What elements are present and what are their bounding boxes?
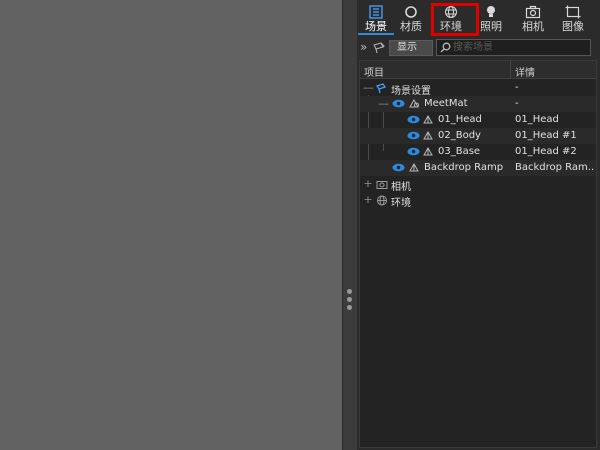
tree-row-label: 场景设置 bbox=[391, 86, 431, 97]
search-field[interactable] bbox=[436, 39, 591, 56]
expand-toggle[interactable]: » bbox=[360, 40, 367, 54]
mesh-icon bbox=[409, 163, 419, 172]
tree-row-detail: Backdrop Ram... bbox=[515, 162, 595, 173]
tab-camera-label: 相机 bbox=[522, 20, 544, 33]
tree-row-label: 02_Body bbox=[438, 130, 481, 141]
tree-row-label: 03_Base bbox=[438, 146, 481, 157]
expand-toggle[interactable]: + bbox=[363, 177, 373, 190]
eye-icon[interactable] bbox=[407, 147, 420, 156]
tree-row-label: Backdrop Ramp bbox=[424, 162, 504, 173]
image-icon bbox=[565, 5, 581, 19]
tree-row-01-head[interactable]: 01_Head 01_Head bbox=[360, 112, 596, 128]
highlight-annotation bbox=[431, 3, 479, 36]
render-viewport[interactable] bbox=[0, 0, 342, 450]
tab-image[interactable]: 图像 bbox=[555, 3, 591, 35]
material-icon bbox=[405, 6, 417, 18]
panel-splitter[interactable] bbox=[342, 0, 357, 450]
eye-icon[interactable] bbox=[392, 99, 405, 108]
globe-icon bbox=[377, 195, 387, 206]
tree-row-label: 环境 bbox=[391, 198, 411, 209]
tree-row-detail: - bbox=[515, 98, 519, 109]
grip-dot bbox=[347, 305, 352, 310]
eye-icon[interactable] bbox=[407, 131, 420, 140]
lighting-icon bbox=[487, 6, 495, 17]
grip-dot bbox=[347, 289, 352, 294]
collapse-toggle[interactable]: — bbox=[363, 81, 374, 94]
tree-header: 项目 详情 bbox=[360, 61, 596, 79]
tree-row-detail: 01_Head #2 bbox=[515, 146, 577, 157]
tree-row-environment[interactable]: + 环境 bbox=[360, 192, 596, 209]
search-icon bbox=[440, 42, 451, 53]
camera-icon bbox=[376, 181, 388, 189]
tab-image-label: 图像 bbox=[562, 20, 584, 33]
expand-toggle[interactable]: + bbox=[363, 193, 373, 206]
column-header-item[interactable]: 项目 bbox=[364, 64, 384, 79]
tree-row-label: 01_Head bbox=[438, 114, 482, 125]
column-header-detail[interactable]: 详情 bbox=[515, 64, 535, 79]
side-panel: 场景 材质 环境 照明 相机 图像 » 显示 搜索场景 项目 详情 — 场景设置… bbox=[357, 0, 600, 450]
tree-row-meetmat[interactable]: — MeetMat - bbox=[360, 96, 596, 112]
tree-row-detail: 01_Head #1 bbox=[515, 130, 577, 141]
tab-material-label: 材质 bbox=[400, 20, 422, 33]
tab-scene-label: 场景 bbox=[365, 20, 387, 33]
tree-row-detail: - bbox=[515, 82, 519, 93]
tree-row-scene-settings[interactable]: — 场景设置 - bbox=[360, 80, 596, 97]
scene-tree: 项目 详情 — 场景设置 - — MeetMat - 01_Head 01_He… bbox=[359, 60, 597, 448]
tab-camera[interactable]: 相机 bbox=[515, 3, 551, 35]
show-dropdown-label: 显示 bbox=[397, 42, 417, 53]
filter-camera-icon[interactable] bbox=[372, 41, 386, 54]
scene-settings-icon bbox=[376, 83, 386, 94]
tree-row-label: 相机 bbox=[391, 182, 411, 193]
show-dropdown[interactable]: 显示 bbox=[389, 40, 433, 56]
camera-icon bbox=[525, 5, 541, 19]
filter-bar: » 显示 bbox=[357, 38, 600, 58]
mesh-icon bbox=[423, 115, 433, 124]
scene-icon bbox=[369, 5, 383, 19]
tree-row-label: MeetMat bbox=[424, 98, 468, 109]
tree-row-backdrop-ramp[interactable]: Backdrop Ramp Backdrop Ram... bbox=[360, 160, 596, 176]
tree-row-03-base[interactable]: 03_Base 01_Head #2 bbox=[360, 144, 596, 160]
collapse-toggle[interactable]: — bbox=[378, 97, 389, 110]
tree-row-02-body[interactable]: 02_Body 01_Head #1 bbox=[360, 128, 596, 144]
eye-icon[interactable] bbox=[392, 163, 405, 172]
tab-material[interactable]: 材质 bbox=[393, 3, 429, 35]
tree-row-detail: 01_Head bbox=[515, 114, 559, 125]
mesh-icon bbox=[423, 147, 433, 156]
eye-icon[interactable] bbox=[407, 115, 420, 124]
column-divider[interactable] bbox=[510, 61, 511, 79]
tree-row-cameras[interactable]: + 相机 bbox=[360, 176, 596, 193]
search-input[interactable] bbox=[453, 40, 587, 55]
group-icon bbox=[409, 99, 419, 108]
tab-scene[interactable]: 场景 bbox=[358, 3, 394, 35]
mesh-icon bbox=[423, 131, 433, 140]
grip-dot bbox=[347, 297, 352, 302]
